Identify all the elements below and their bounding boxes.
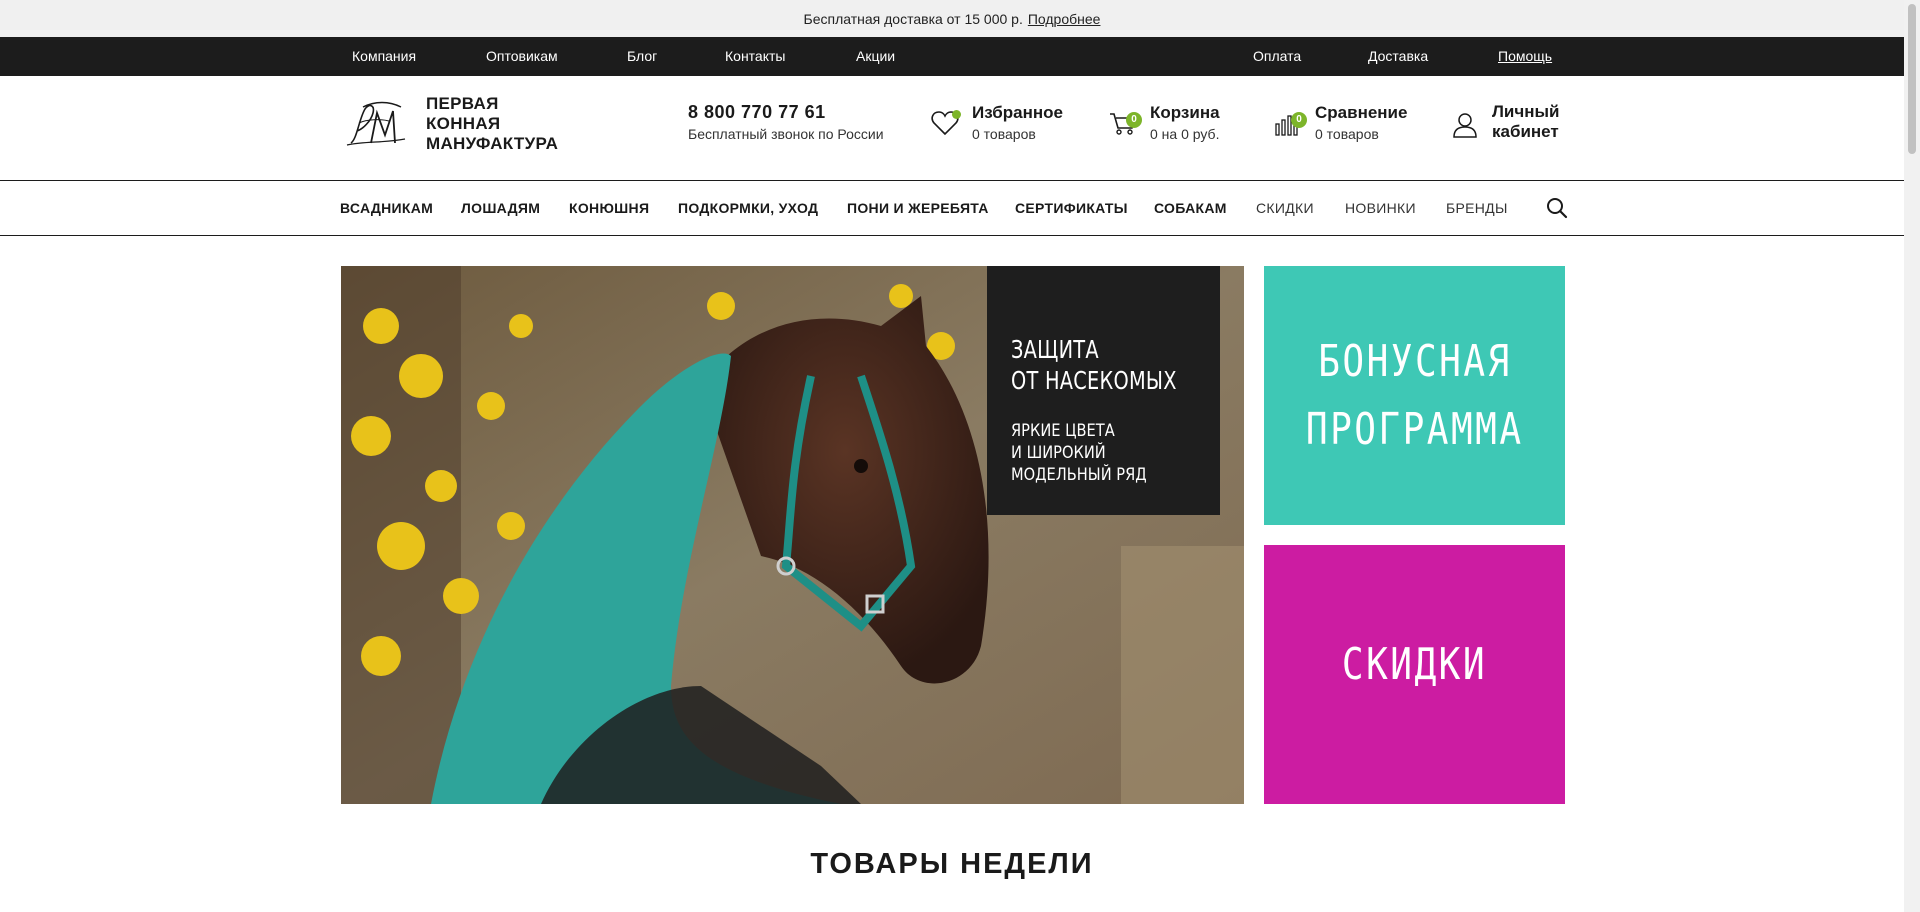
category-new[interactable]: НОВИНКИ <box>1345 181 1416 235</box>
logo-line: ПЕРВАЯ <box>426 94 499 113</box>
bonus-program-banner[interactable]: БОНУСНАЯ ПРОГРАММА <box>1264 266 1565 525</box>
bonus-banner-line: БОНУСНАЯ <box>1317 335 1512 387</box>
hero-subtitle-line: ЯРКИЕ ЦВЕТА <box>1011 421 1115 441</box>
cart-badge: 0 <box>1126 112 1142 128</box>
promo-more-link[interactable]: Подробнее <box>1028 11 1101 27</box>
logo-text[interactable]: ПЕРВАЯ КОННАЯ МАНУФАКТУРА <box>426 94 558 154</box>
compare-count: 0 товаров <box>1315 126 1379 142</box>
category-horses[interactable]: ЛОШАДЯМ <box>461 181 540 235</box>
category-dogs[interactable]: СОБАКАМ <box>1154 181 1227 235</box>
category-ponies-foals[interactable]: ПОНИ И ЖЕРЕБЯТА <box>847 181 989 235</box>
scrollbar-thumb[interactable] <box>1908 4 1916 154</box>
sale-banner[interactable]: СКИДКИ <box>1264 545 1565 804</box>
category-riders[interactable]: ВСАДНИКАМ <box>340 181 433 235</box>
category-feed-care[interactable]: ПОДКОРМКИ, УХОД <box>678 181 818 235</box>
scrollbar[interactable] <box>1904 0 1920 912</box>
top-nav-help[interactable]: Помощь <box>1498 37 1552 76</box>
account-line2: кабинет <box>1492 122 1559 141</box>
hero-title-line: ЗАЩИТА <box>1011 335 1099 364</box>
top-nav-blog[interactable]: Блог <box>627 37 657 76</box>
phone-number[interactable]: 8 800 770 77 61 <box>688 102 884 123</box>
phone-subtitle: Бесплатный звонок по России <box>688 126 884 142</box>
sale-banner-text: СКИДКИ <box>1341 638 1488 690</box>
logo-monogram-icon[interactable] <box>345 99 407 151</box>
category-stable[interactable]: КОНЮШНЯ <box>569 181 649 235</box>
favorites-count: 0 товаров <box>972 126 1036 142</box>
favorites-link[interactable]: Избранное 0 товаров <box>972 103 1063 143</box>
favorites-title: Избранное <box>972 103 1063 122</box>
hero-subtitle-line: МОДЕЛЬНЫЙ РЯД <box>1011 465 1147 485</box>
account-line1: Личный <box>1492 102 1560 121</box>
top-nav-payment[interactable]: Оплата <box>1253 37 1301 76</box>
search-icon[interactable] <box>1546 197 1568 219</box>
compare-title: Сравнение <box>1315 103 1408 122</box>
top-nav-wholesale[interactable]: Оптовикам <box>486 37 558 76</box>
header: ПЕРВАЯ КОННАЯ МАНУФАКТУРА 8 800 770 77 6… <box>0 76 1904 180</box>
category-brands[interactable]: БРЕНДЫ <box>1446 181 1508 235</box>
logo-line: КОННАЯ <box>426 114 501 133</box>
promo-text: Бесплатная доставка от 15 000 р. <box>803 10 1023 27</box>
category-sale[interactable]: СКИДКИ <box>1256 181 1314 235</box>
cart-summary: 0 на 0 руб. <box>1150 126 1220 142</box>
compare-badge: 0 <box>1291 112 1307 128</box>
top-nav-delivery[interactable]: Доставка <box>1368 37 1428 76</box>
logo-line: МАНУФАКТУРА <box>426 134 559 153</box>
top-nav-contacts[interactable]: Контакты <box>725 37 785 76</box>
promo-bar: Бесплатная доставка от 15 000 р. Подробн… <box>0 0 1904 37</box>
user-icon[interactable] <box>1453 112 1477 138</box>
favorites-indicator <box>952 110 961 119</box>
hero-title-line: ОТ НАСЕКОМЫХ <box>1011 366 1177 395</box>
bonus-banner-line: ПРОГРАММА <box>1305 403 1524 455</box>
hero-subtitle-line: И ШИРОКИЙ <box>1011 443 1106 463</box>
section-title: ТОВАРЫ НЕДЕЛИ <box>810 848 1094 880</box>
top-nav: Компания Оптовикам Блог Контакты Акции О… <box>0 37 1904 76</box>
category-nav: ВСАДНИКАМ ЛОШАДЯМ КОНЮШНЯ ПОДКОРМКИ, УХО… <box>0 180 1904 236</box>
account-link[interactable]: Личный кабинет <box>1492 103 1560 141</box>
hero-banner[interactable]: ЗАЩИТА ОТ НАСЕКОМЫХ ЯРКИЕ ЦВЕТА И ШИРОКИ… <box>341 266 1244 804</box>
cart-link[interactable]: Корзина 0 на 0 руб. <box>1150 103 1220 143</box>
phone-block: 8 800 770 77 61 Бесплатный звонок по Рос… <box>688 102 884 142</box>
cart-title: Корзина <box>1150 103 1220 122</box>
compare-link[interactable]: Сравнение 0 товаров <box>1315 103 1408 143</box>
top-nav-company[interactable]: Компания <box>352 37 416 76</box>
top-nav-promotions[interactable]: Акции <box>856 37 895 76</box>
hero-text-box: ЗАЩИТА ОТ НАСЕКОМЫХ ЯРКИЕ ЦВЕТА И ШИРОКИ… <box>987 266 1220 515</box>
category-certificates[interactable]: СЕРТИФИКАТЫ <box>1015 181 1128 235</box>
